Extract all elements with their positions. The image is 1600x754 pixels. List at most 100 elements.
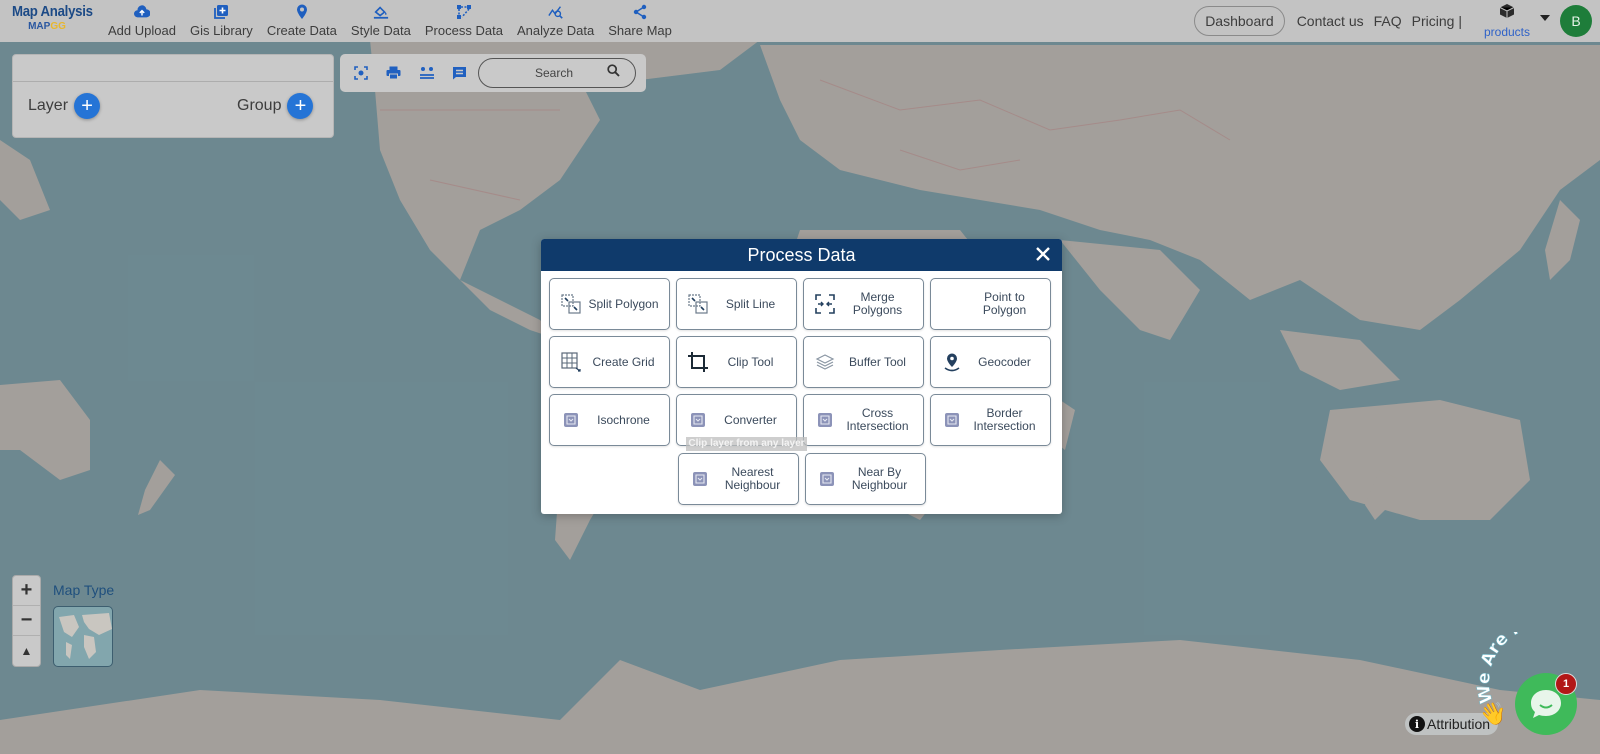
user-avatar[interactable]: B — [1560, 5, 1592, 37]
land-new-zealand-west — [138, 460, 175, 515]
notification-badge: 1 — [1555, 673, 1577, 695]
waving-hand-icon: 👋 — [1479, 701, 1507, 726]
tool-near-by-neighbour[interactable]: Near By Neighbour — [805, 453, 926, 505]
add-layer-button[interactable]: + — [74, 93, 101, 119]
nav-process-data[interactable]: Process Data — [425, 0, 503, 42]
products-label: products — [1483, 25, 1530, 39]
tool-label: Buffer Tool — [849, 354, 906, 369]
tool-label: Border Intersection — [973, 406, 1036, 433]
pricing-link[interactable]: Pricing | — [1412, 13, 1462, 29]
tool-merge-polygons[interactable]: Merge Polygons — [803, 278, 924, 330]
land-se-asia — [1280, 330, 1400, 390]
group-label: Group — [237, 97, 282, 114]
add-group-button[interactable]: + — [287, 93, 314, 119]
nav-label: Share Map — [608, 23, 672, 38]
add-group-row: Group + — [237, 93, 314, 119]
right-nav: Dashboard Contact us FAQ Pricing | produ… — [1194, 0, 1600, 42]
tool-glyph-icon — [814, 409, 836, 431]
map-thumbnail-icon — [59, 613, 112, 659]
tool-label: Point to Polygon — [982, 290, 1027, 317]
info-icon: i — [1409, 716, 1425, 732]
brand-subtitle: MAPGG — [0, 21, 102, 32]
map-type-thumbnail[interactable] — [53, 606, 113, 667]
tool-label: Near By Neighbour — [851, 465, 908, 492]
brand-sub-accent: GG — [50, 21, 66, 32]
tool-label: Split Polygon — [588, 296, 659, 311]
faq-link[interactable]: FAQ — [1374, 13, 1402, 29]
zoom-out-button[interactable]: − — [13, 606, 40, 636]
tool-glyph-icon — [816, 468, 838, 490]
process-nodes-icon — [456, 4, 472, 20]
products-menu[interactable]: products — [1484, 3, 1530, 39]
measure-icon[interactable] — [410, 66, 443, 80]
brand-sub-main: MAP — [28, 21, 51, 32]
layer-panel: Layer + Group + — [12, 54, 334, 138]
top-navbar: Map Analysis MAPGG Add Upload Gis Librar… — [0, 0, 1600, 42]
brand-title: Map Analysis — [12, 3, 93, 20]
tool-label: Split Line — [725, 296, 776, 311]
layer-label: Layer — [28, 97, 69, 114]
nav-create-data[interactable]: Create Data — [267, 0, 337, 42]
tool-label: Create Grid — [592, 354, 655, 369]
tool-buffer-tool[interactable]: Buffer Tool — [803, 336, 924, 388]
tool-point-to-polygon[interactable]: Point to Polygon — [930, 278, 1051, 330]
map-pin-icon — [294, 4, 310, 20]
split-line-icon — [687, 293, 709, 315]
tool-isochrone[interactable]: Isochrone — [549, 394, 670, 446]
land-antarctica — [0, 640, 1600, 754]
location-pin-icon — [941, 351, 963, 373]
nav-gis-library[interactable]: Gis Library — [190, 0, 253, 42]
layer-panel-header — [13, 55, 333, 82]
nav-add-upload[interactable]: Add Upload — [108, 0, 176, 42]
tool-cross-intersection[interactable]: Cross Intersection — [803, 394, 924, 446]
search-icon[interactable] — [607, 64, 620, 82]
tool-create-grid[interactable]: Create Grid — [549, 336, 670, 388]
crop-icon — [687, 351, 709, 373]
split-polygon-icon — [560, 293, 582, 315]
library-icon — [213, 4, 229, 20]
tool-label: Nearest Neighbour — [724, 465, 781, 492]
land-japan — [1545, 200, 1580, 280]
grid-icon — [560, 351, 582, 373]
tool-glyph-icon — [689, 468, 711, 490]
add-layer-row: Layer + — [28, 93, 101, 119]
modal-title: Process Data — [747, 244, 856, 265]
share-icon — [632, 4, 648, 20]
analyze-chart-icon — [547, 4, 564, 20]
tool-label: Isochrone — [597, 412, 650, 427]
print-icon[interactable] — [377, 66, 410, 80]
brand-logo[interactable]: Map Analysis MAPGG — [12, 3, 102, 32]
tool-split-polygon[interactable]: Split Polygon — [549, 278, 670, 330]
land-japan-west — [0, 140, 50, 220]
zoom-in-button[interactable]: + — [13, 576, 40, 606]
contact-us-link[interactable]: Contact us — [1297, 13, 1364, 29]
focus-icon[interactable] — [344, 66, 377, 80]
tool-label: Cross Intersection — [846, 406, 909, 433]
close-button[interactable] — [1032, 243, 1054, 265]
nav-style-data[interactable]: Style Data — [351, 0, 411, 42]
tool-split-line[interactable]: Split Line — [676, 278, 797, 330]
tool-label: Clip Tool — [727, 354, 774, 369]
tool-label: Geocoder — [978, 354, 1031, 369]
land-india — [1060, 240, 1200, 340]
tool-nearest-neighbour[interactable]: Nearest Neighbour — [678, 453, 799, 505]
chevron-down-icon[interactable] — [1540, 15, 1550, 21]
nav-label: Process Data — [424, 23, 503, 38]
nav-label: Gis Library — [189, 23, 253, 38]
clip-tool-tooltip: Clip layer from any layer — [686, 437, 807, 451]
compass-button[interactable]: ▲ — [13, 636, 40, 666]
nav-share-map[interactable]: Share Map — [608, 0, 672, 42]
tool-geocoder[interactable]: Geocoder — [930, 336, 1051, 388]
nav-analyze-data[interactable]: Analyze Data — [517, 0, 594, 42]
process-data-modal: Process Data Split Polygon Split Line Me… — [541, 239, 1062, 514]
tool-border-intersection[interactable]: Border Intersection — [930, 394, 1051, 446]
tool-clip-tool[interactable]: Clip Tool — [676, 336, 797, 388]
close-icon — [1036, 247, 1050, 261]
search-input[interactable] — [535, 66, 599, 80]
nav-label: Style Data — [350, 23, 411, 38]
map-type-label: Map Type — [53, 582, 115, 598]
cube-icon — [1499, 3, 1515, 24]
comment-icon[interactable] — [443, 66, 476, 80]
merge-polygons-icon — [814, 293, 836, 315]
dashboard-button[interactable]: Dashboard — [1194, 6, 1285, 36]
